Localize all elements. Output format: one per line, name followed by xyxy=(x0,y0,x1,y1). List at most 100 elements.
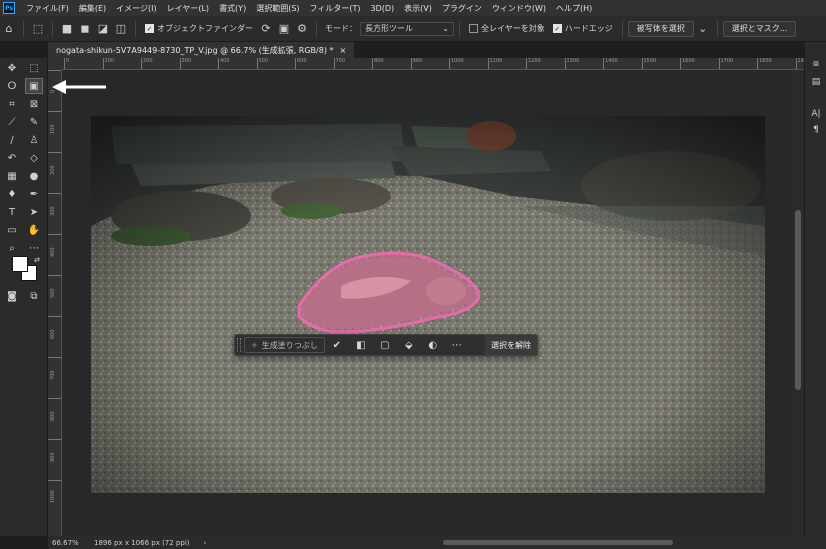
canvas-area[interactable] xyxy=(62,70,792,536)
deselect-button[interactable]: 選択を解除 xyxy=(485,335,537,355)
healing-brush-tool-icon[interactable]: ✎ xyxy=(25,114,43,130)
modify-selection-icon[interactable]: ✔ xyxy=(325,340,349,351)
mode-dropdown[interactable]: 長方形ツール ⌄ xyxy=(360,21,454,36)
adjustment-layer-icon[interactable]: ◐ xyxy=(421,340,445,351)
separator xyxy=(135,20,136,37)
close-icon[interactable]: × xyxy=(340,46,347,55)
fill-selection-icon[interactable]: ⬙ xyxy=(397,340,421,351)
crop-tool-icon[interactable]: ⌗ xyxy=(3,96,21,112)
menu-view[interactable]: 表示(V) xyxy=(399,3,437,14)
ruler-tick-label: 600 xyxy=(295,58,307,69)
separator xyxy=(621,20,623,37)
status-bar: 66.67% 1896 px x 1066 px (72 ppi) › xyxy=(48,536,826,549)
move-tool-icon[interactable]: ✥ xyxy=(3,60,21,76)
sample-all-layers-toggle[interactable]: 全レイヤーを対象 xyxy=(469,23,545,34)
learn-icon[interactable]: ⧈ xyxy=(810,58,822,70)
document-tab[interactable]: nogata-shikun-5V7A9449-8730_TP_V.jpg @ 6… xyxy=(48,42,355,58)
chevron-down-icon[interactable]: ⌄ xyxy=(694,20,712,38)
eyedropper-tool-icon[interactable]: ⟋ xyxy=(3,114,21,130)
ruler-tick-label: 1500 xyxy=(641,58,656,69)
drag-handle-icon[interactable] xyxy=(237,338,241,352)
more-options-icon[interactable]: ⋯ xyxy=(445,340,469,351)
new-selection-icon[interactable]: ■ xyxy=(58,20,76,38)
create-mask-icon[interactable]: ▢ xyxy=(373,340,397,351)
ruler-tick-label: 800 xyxy=(48,398,61,438)
ruler-tick-label: 1400 xyxy=(603,58,618,69)
frame-tool-icon[interactable]: ⊠ xyxy=(25,96,43,112)
menu-filter[interactable]: フィルター(T) xyxy=(305,3,366,14)
document-tab-row: nogata-shikun-5V7A9449-8730_TP_V.jpg @ 6… xyxy=(48,42,804,58)
quick-mask-icon[interactable]: ◙ xyxy=(3,288,21,304)
ruler-tick-label: 1300 xyxy=(564,58,579,69)
menu-3d[interactable]: 3D(D) xyxy=(366,4,400,13)
rectangle-tool-icon[interactable]: ▭ xyxy=(3,222,21,238)
menu-image[interactable]: イメージ(I) xyxy=(111,3,161,14)
gear-icon[interactable]: ⚙ xyxy=(293,20,311,38)
contextual-task-bar: ✧ 生成塗りつぶし ✔ ◧ ▢ ⬙ ◐ ⋯ 選択を解除 xyxy=(234,334,538,356)
horizontal-ruler: 0 100 200 300 400 500 600 700 800 900 1000 1100 1200… xyxy=(62,58,804,70)
show-all-objects-icon[interactable]: ▣ xyxy=(275,20,293,38)
horizontal-scrollbar[interactable] xyxy=(268,540,826,545)
right-panel-dock: ⧈ ▤ A| ¶ xyxy=(804,42,826,536)
blur-tool-icon[interactable]: ● xyxy=(25,168,43,184)
subtract-selection-icon[interactable]: ◪ xyxy=(94,20,112,38)
zoom-tool-icon[interactable]: ⌕ xyxy=(3,240,21,256)
ruler-tick-label: 900 xyxy=(410,58,422,69)
hard-edge-toggle[interactable]: ✓ ハードエッジ xyxy=(552,23,613,34)
swap-colors-icon[interactable]: ⇄ xyxy=(28,252,46,268)
type-tool-icon[interactable]: T xyxy=(3,204,21,220)
menu-plugins[interactable]: プラグイン xyxy=(437,3,487,14)
screen-mode-icon[interactable]: ⧉ xyxy=(25,288,43,304)
stamp-tool-icon[interactable]: ♙ xyxy=(25,132,43,148)
home-icon[interactable]: ⌂ xyxy=(0,20,18,38)
add-to-selection-icon[interactable]: ◼ xyxy=(76,20,94,38)
select-and-mask-button[interactable]: 選択とマスク... xyxy=(722,20,797,37)
menu-layer[interactable]: レイヤー(L) xyxy=(162,3,214,14)
intersect-selection-icon[interactable]: ◫ xyxy=(112,20,130,38)
vertical-scrollbar[interactable] xyxy=(792,70,804,536)
document-title: nogata-shikun-5V7A9449-8730_TP_V.jpg @ 6… xyxy=(56,45,334,55)
menu-type[interactable]: 書式(Y) xyxy=(214,3,251,14)
paragraph-icon[interactable]: ¶ xyxy=(810,124,822,136)
gradient-tool-icon[interactable]: ▦ xyxy=(3,168,21,184)
ruler-tick-label: 200 xyxy=(141,58,153,69)
menu-edit[interactable]: 編集(E) xyxy=(74,3,111,14)
menu-file[interactable]: ファイル(F) xyxy=(21,3,74,14)
photo-cat-on-gravel[interactable] xyxy=(91,116,765,493)
select-subject-button[interactable]: 被写体を選択 xyxy=(627,20,694,37)
menu-select[interactable]: 選択範囲(S) xyxy=(251,3,304,14)
comments-icon[interactable]: ▤ xyxy=(810,76,822,88)
scrollbar-thumb[interactable] xyxy=(443,540,673,545)
vertical-ruler: 0 100 200 300 400 500 600 700 800 900 1000 xyxy=(48,70,62,536)
refresh-icon[interactable]: ⟳ xyxy=(257,20,275,38)
ruler-tick-label: 700 xyxy=(333,58,345,69)
menu-bar: Ps ファイル(F) 編集(E) イメージ(I) レイヤー(L) 書式(Y) 選… xyxy=(0,0,826,16)
scrollbar-thumb[interactable] xyxy=(795,210,801,390)
brush-tool-icon[interactable]: ∕ xyxy=(3,132,21,148)
menu-window[interactable]: ウィンドウ(W) xyxy=(487,3,551,14)
hand-tool-icon[interactable]: ✋ xyxy=(25,222,43,238)
marquee-tool-icon[interactable]: ⬚ xyxy=(25,60,43,76)
foreground-color-swatch[interactable] xyxy=(12,256,28,272)
zoom-level[interactable]: 66.67% xyxy=(48,539,90,547)
invert-selection-icon[interactable]: ◧ xyxy=(349,340,373,351)
check-icon: ✓ xyxy=(145,24,154,33)
status-menu-arrow-icon[interactable]: › xyxy=(190,539,207,547)
document-info: 1896 px x 1066 px (72 ppi) xyxy=(94,538,190,547)
character-icon[interactable]: A| xyxy=(810,108,822,120)
object-selection-tool-icon[interactable]: ▣ xyxy=(25,78,43,94)
separator xyxy=(316,20,317,37)
menu-help[interactable]: ヘルプ(H) xyxy=(551,3,597,14)
eraser-tool-icon[interactable]: ◇ xyxy=(25,150,43,166)
pen-tool-icon[interactable]: ✒ xyxy=(25,186,43,202)
path-selection-tool-icon[interactable]: ➤ xyxy=(25,204,43,220)
history-brush-tool-icon[interactable]: ↶ xyxy=(3,150,21,166)
mode-value: 長方形ツール xyxy=(365,24,413,33)
lasso-tool-icon[interactable]: ⵔ xyxy=(3,78,21,94)
generative-fill-button[interactable]: ✧ 生成塗りつぶし xyxy=(244,337,325,353)
photo-image xyxy=(91,116,765,493)
object-finder-toggle[interactable]: ✓ オブジェクトファインダー xyxy=(145,23,253,34)
ruler-tick-label: 900 xyxy=(48,439,61,479)
tool-preset-icon[interactable]: ⬚ xyxy=(29,20,47,38)
dodge-tool-icon[interactable]: ♦ xyxy=(3,186,21,202)
